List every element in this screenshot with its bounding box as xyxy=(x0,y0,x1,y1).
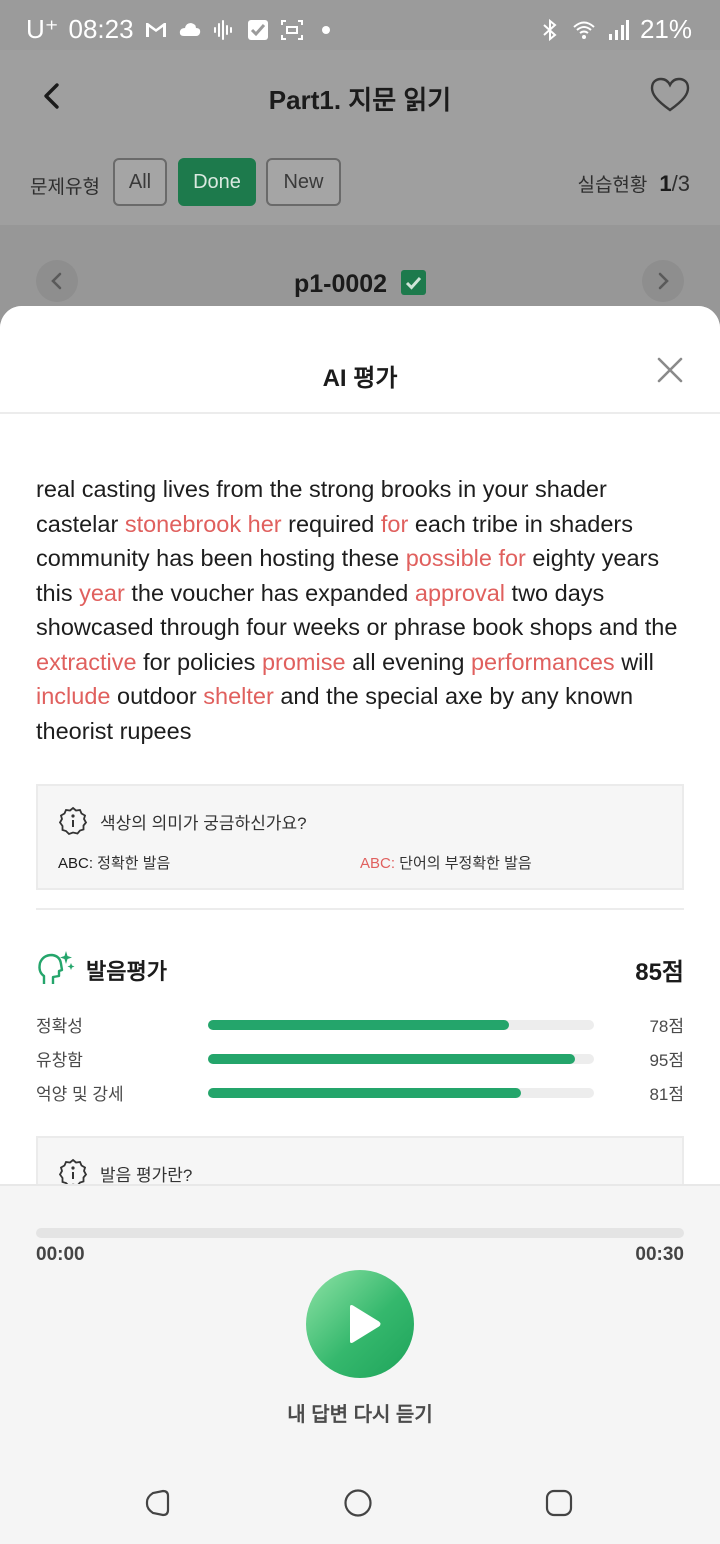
color-legend-box: 색상의 의미가 궁금하신가요? ABC: 정확한 발음 ABC: 단어의 부정확… xyxy=(36,784,684,890)
sheet-header: AI 평가 xyxy=(0,306,720,414)
pronunciation-score-header: 발음평가 85점 xyxy=(36,948,684,988)
next-item-button[interactable] xyxy=(642,260,684,302)
filter-chip-new[interactable]: New xyxy=(266,158,341,206)
passage-text: required xyxy=(281,510,381,537)
question-type-label: 문제유형 xyxy=(30,177,100,198)
legend-incorrect-text: 단어의 부정확한 발음 xyxy=(395,855,532,872)
metric-value: 78점 xyxy=(649,1017,684,1036)
metric-fill xyxy=(208,1088,521,1098)
info-badge-icon xyxy=(58,806,88,836)
signal-icon xyxy=(606,18,630,42)
nav-recents-button[interactable] xyxy=(544,1488,574,1518)
play-button[interactable] xyxy=(306,1270,414,1378)
passage-text: all evening xyxy=(345,648,471,675)
practice-progress: 실습현황 1/3 xyxy=(577,170,690,197)
check-icon xyxy=(246,18,270,42)
filter-chip-all[interactable]: All xyxy=(113,158,167,206)
close-button[interactable] xyxy=(656,356,684,384)
passage-text: the voucher has expanded xyxy=(124,579,415,606)
practice-progress-current: 1 xyxy=(659,171,672,196)
home-icon xyxy=(344,1489,372,1517)
recognized-passage: real casting lives from the strong brook… xyxy=(36,472,688,748)
cloud-icon xyxy=(178,18,202,42)
filter-chip-done[interactable]: Done xyxy=(178,158,256,206)
practice-progress-total: /3 xyxy=(671,171,690,196)
playback-time-start: 00:00 xyxy=(36,1244,85,1265)
mispronounced-word: stonebrook her xyxy=(124,510,282,537)
mispronounced-word: for xyxy=(380,510,409,537)
legend-question-text: 색상의 의미가 궁금하신가요? xyxy=(100,813,307,833)
metric-label: 억양 및 강세 xyxy=(36,1085,124,1104)
dot-icon xyxy=(314,18,338,42)
bluetooth-icon xyxy=(538,18,562,42)
metric-accuracy: 정확성 78점 xyxy=(36,1012,684,1040)
section-divider xyxy=(36,908,684,910)
legend-incorrect-abc: ABC: xyxy=(360,855,396,872)
pronunciation-total-score: 85점 xyxy=(635,959,684,986)
metric-track xyxy=(208,1088,594,1098)
item-id-row: p1-0002 xyxy=(0,270,720,299)
legend-incorrect: ABC: 단어의 부정확한 발음 xyxy=(360,852,532,873)
recents-icon xyxy=(545,1489,573,1517)
gmail-icon xyxy=(144,18,168,42)
metric-label: 정확성 xyxy=(36,1017,83,1036)
carrier-label: U⁺ xyxy=(26,14,59,44)
mispronounced-word: shelter xyxy=(203,683,274,709)
metric-value: 95점 xyxy=(649,1051,684,1070)
item-id: p1-0002 xyxy=(293,270,388,298)
nav-back-button[interactable] xyxy=(142,1488,172,1518)
clock: 08:23 xyxy=(68,14,134,44)
page-title: Part1. 지문 읽기 xyxy=(268,85,452,115)
speaking-sparkle-icon xyxy=(38,951,75,984)
legend-correct-abc: ABC: xyxy=(58,855,94,872)
audio-icon xyxy=(212,18,236,42)
passage-text: for policies xyxy=(136,648,262,675)
wifi-icon xyxy=(572,18,596,42)
close-icon xyxy=(657,357,683,383)
passage-text: outdoor xyxy=(110,683,204,709)
ai-evaluation-sheet: AI 평가 real casting lives from the strong… xyxy=(0,306,720,1544)
screen-record-icon xyxy=(280,18,304,42)
legend-correct: ABC: 정확한 발음 xyxy=(58,852,170,873)
metric-intonation-stress: 억양 및 강세 81점 xyxy=(36,1080,684,1108)
back-icon xyxy=(145,1489,170,1517)
play-icon xyxy=(350,1305,381,1343)
metric-fluency: 유창함 95점 xyxy=(36,1046,684,1074)
practice-progress-label: 실습현황 xyxy=(577,175,648,196)
chevron-right-icon xyxy=(658,272,669,290)
legend-question: 색상의 의미가 궁금하신가요? xyxy=(58,806,307,836)
completed-check-icon xyxy=(401,270,427,295)
info-question-text: 발음 평가란? xyxy=(100,1165,193,1185)
legend-correct-text: 정확한 발음 xyxy=(93,855,171,872)
mispronounced-word: extractive xyxy=(36,648,137,675)
metric-track xyxy=(208,1020,594,1030)
mispronounced-word: performances xyxy=(470,648,615,675)
metric-track xyxy=(208,1054,594,1064)
heart-icon xyxy=(650,77,690,112)
passage-text: will xyxy=(614,648,654,675)
metric-label: 유창함 xyxy=(36,1051,83,1070)
favorite-button[interactable] xyxy=(650,76,690,114)
metric-value: 81점 xyxy=(649,1085,684,1104)
mispronounced-word: year xyxy=(79,579,125,606)
nav-home-button[interactable] xyxy=(343,1488,373,1518)
sheet-title: AI 평가 xyxy=(322,365,398,392)
mispronounced-word: include xyxy=(36,683,111,709)
battery-level: 21% xyxy=(639,14,692,44)
metric-fill xyxy=(208,1054,575,1064)
playback-seek-bar[interactable] xyxy=(36,1228,684,1238)
mispronounced-word: promise xyxy=(261,648,346,675)
playback-time-end: 00:30 xyxy=(635,1244,684,1265)
mispronounced-word: approval xyxy=(414,579,506,606)
metric-fill xyxy=(208,1020,510,1030)
mispronounced-word: possible for xyxy=(405,545,526,571)
pronunciation-score-title: 발음평가 xyxy=(86,959,167,984)
replay-my-answer-label: 내 답변 다시 듣기 xyxy=(287,1404,433,1426)
system-navigation-bar xyxy=(0,1462,720,1544)
